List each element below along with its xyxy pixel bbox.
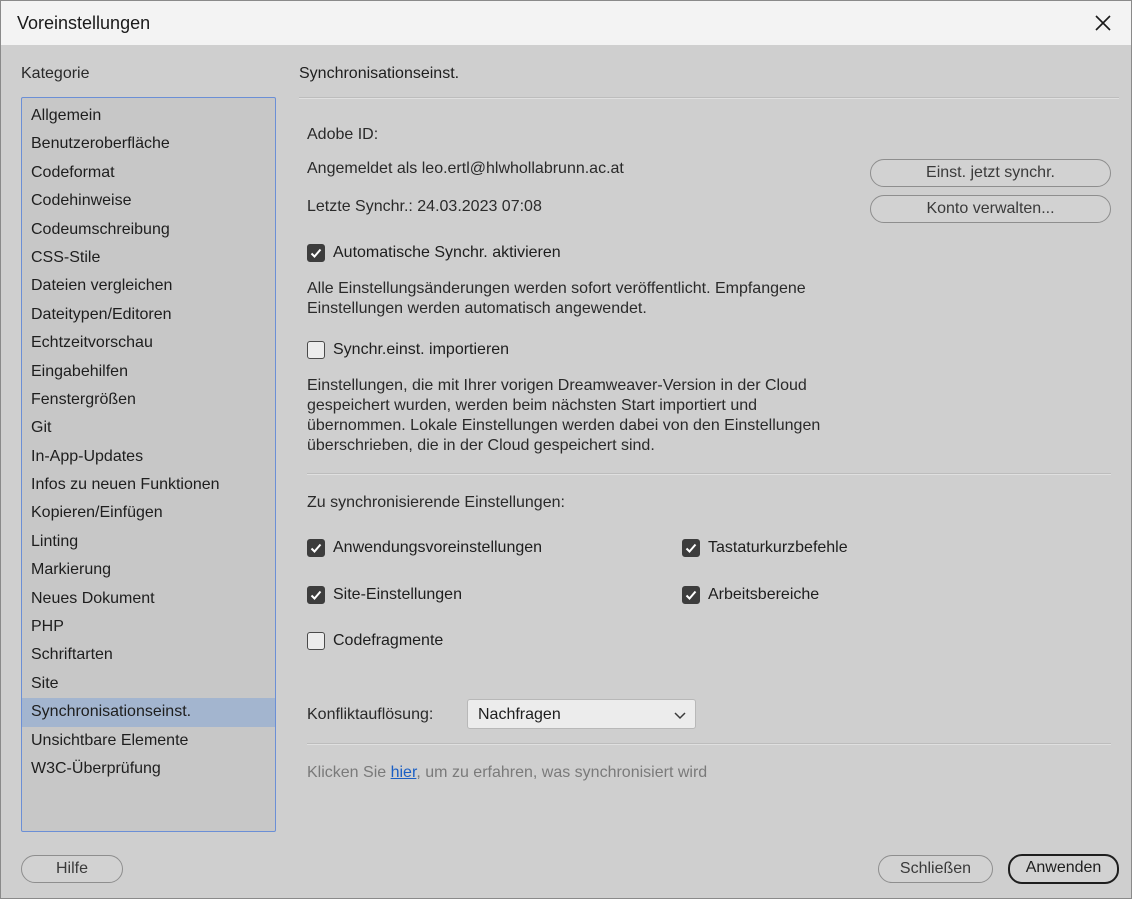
divider <box>307 743 1111 745</box>
description-line: Einstellungen, die mit Ihrer vorigen Dre… <box>307 377 807 394</box>
sidebar-item[interactable]: Unsichtbare Elemente <box>22 727 275 755</box>
checkbox-checked-icon <box>307 244 325 262</box>
auto-sync-checkbox[interactable]: Automatische Synchr. aktivieren <box>307 244 561 262</box>
code-fragments-label: Codefragmente <box>333 632 444 649</box>
shortcuts-label: Tastaturkurzbefehle <box>708 539 848 556</box>
site-settings-checkbox[interactable]: Site-Einstellungen <box>307 586 462 604</box>
description-line: Einstellungen werden automatisch angewen… <box>307 300 647 317</box>
sync-now-button[interactable]: Einst. jetzt synchr. <box>870 159 1111 187</box>
settings-heading: Zu synchronisierende Einstellungen: <box>307 494 565 511</box>
sidebar-item[interactable]: Codeumschreibung <box>22 216 275 244</box>
sidebar-item[interactable]: CSS-Stile <box>22 244 275 272</box>
auto-sync-description: Alle Einstellungsänderungen werden sofor… <box>307 279 867 319</box>
checkbox-checked-icon <box>307 586 325 604</box>
shortcuts-checkbox[interactable]: Tastaturkurzbefehle <box>682 539 848 557</box>
chevron-down-icon <box>673 708 687 726</box>
checkbox-unchecked-icon <box>307 632 325 650</box>
workspaces-checkbox[interactable]: Arbeitsbereiche <box>682 586 819 604</box>
sidebar-item[interactable]: PHP <box>22 613 275 641</box>
title-bar: Voreinstellungen <box>1 1 1131 45</box>
learn-more-link[interactable]: hier <box>391 764 417 781</box>
app-prefs-checkbox[interactable]: Anwendungsvoreinstellungen <box>307 539 542 557</box>
preferences-dialog: Voreinstellungen Kategorie Allgemein Benu… <box>0 0 1132 899</box>
import-label: Synchr.einst. importieren <box>333 341 510 358</box>
footer-suffix: , um zu erfahren, was synchronisiert wir… <box>416 764 708 781</box>
footer-prefix: Klicken Sie <box>307 764 391 781</box>
sidebar-item[interactable]: Synchronisationseinst. <box>22 698 275 727</box>
category-label: Kategorie <box>21 65 90 82</box>
conflict-value: Nachfragen <box>478 706 561 723</box>
auto-sync-label: Automatische Synchr. aktivieren <box>333 244 561 261</box>
sidebar-item[interactable]: Schriftarten <box>22 641 275 669</box>
sidebar-item[interactable]: Eingabehilfen <box>22 358 275 386</box>
sidebar-item[interactable]: In-App-Updates <box>22 443 275 471</box>
sidebar-item[interactable]: W3C-Überprüfung <box>22 755 275 783</box>
checkbox-checked-icon <box>307 539 325 557</box>
sidebar-item[interactable]: Neues Dokument <box>22 585 275 613</box>
description-line: gespeichert wurden, werden beim nächsten… <box>307 397 758 414</box>
conflict-label: Konfliktauflösung: <box>307 706 434 723</box>
section-title: Synchronisationseinst. <box>299 65 460 82</box>
checkbox-unchecked-icon <box>307 341 325 359</box>
divider <box>307 473 1111 475</box>
description-line: überschrieben, die in der Cloud gespeich… <box>307 437 655 454</box>
import-checkbox[interactable]: Synchr.einst. importieren <box>307 341 509 359</box>
sidebar-item[interactable]: Site <box>22 670 275 698</box>
description-line: Alle Einstellungsänderungen werden sofor… <box>307 280 806 297</box>
manage-account-button[interactable]: Konto verwalten... <box>870 195 1111 223</box>
conflict-resolution-select[interactable]: Nachfragen <box>467 699 696 729</box>
sidebar-item[interactable]: Fenstergrößen <box>22 386 275 414</box>
sidebar-item[interactable]: Dateitypen/Editoren <box>22 301 275 329</box>
sidebar-item[interactable]: Codeformat <box>22 159 275 187</box>
sidebar-item[interactable]: Allgemein <box>22 102 275 130</box>
sidebar-item[interactable]: Kopieren/Einfügen <box>22 499 275 527</box>
code-fragments-checkbox[interactable]: Codefragmente <box>307 632 443 650</box>
sidebar-item[interactable]: Git <box>22 414 275 442</box>
workspaces-label: Arbeitsbereiche <box>708 586 820 603</box>
app-prefs-label: Anwendungsvoreinstellungen <box>333 539 543 556</box>
sidebar-item[interactable]: Linting <box>22 528 275 556</box>
sidebar-item[interactable]: Dateien vergleichen <box>22 272 275 300</box>
sidebar-item[interactable]: Markierung <box>22 556 275 584</box>
apply-button[interactable]: Anwenden <box>1008 854 1119 884</box>
divider <box>299 97 1119 99</box>
sidebar-item[interactable]: Codehinweise <box>22 187 275 215</box>
category-list[interactable]: Allgemein Benutzeroberfläche Codeformat Cod… <box>21 97 276 832</box>
help-button[interactable]: Hilfe <box>21 855 123 883</box>
site-settings-label: Site-Einstellungen <box>333 586 462 603</box>
checkbox-checked-icon <box>682 586 700 604</box>
close-button[interactable]: Schließen <box>878 855 993 883</box>
close-icon[interactable] <box>1083 5 1123 41</box>
description-line: übernommen. Lokale Einstellungen werden … <box>307 417 821 434</box>
last-sync-text: Letzte Synchr.: 24.03.2023 07:08 <box>307 198 542 215</box>
checkbox-checked-icon <box>682 539 700 557</box>
sidebar-item[interactable]: Infos zu neuen Funktionen <box>22 471 275 499</box>
sidebar-item[interactable]: Benutzeroberfläche <box>22 130 275 158</box>
import-description: Einstellungen, die mit Ihrer vorigen Dre… <box>307 376 867 456</box>
window-title: Voreinstellungen <box>17 13 151 33</box>
adobe-id-label: Adobe ID: <box>307 126 379 143</box>
sidebar-item[interactable]: Echtzeitvorschau <box>22 329 275 357</box>
footer-info: Klicken Sie hier, um zu erfahren, was sy… <box>307 764 707 782</box>
signed-in-text: Angemeldet als leo.ertl@hlwhollabrunn.ac… <box>307 160 624 177</box>
